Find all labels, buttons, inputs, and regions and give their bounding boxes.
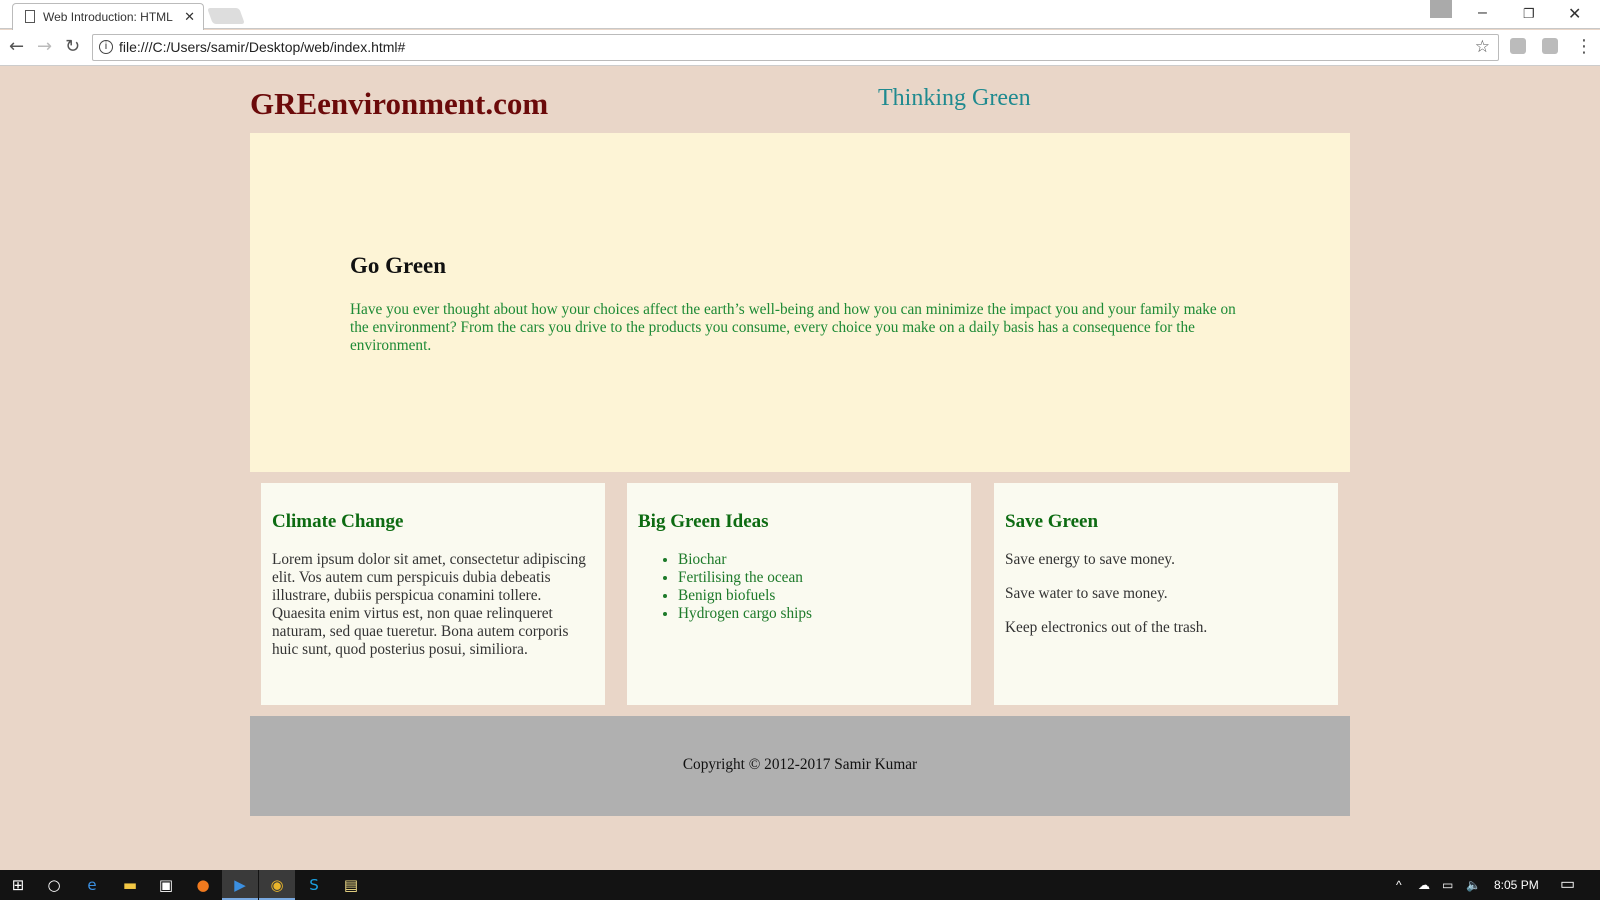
volume-icon[interactable]: 🔈 [1466,870,1481,900]
bookmark-star-icon[interactable]: ☆ [1475,37,1490,57]
page-icon [25,10,35,23]
ideas-list: Biochar Fertilising the ocean Benign bio… [638,551,960,623]
browser-tab[interactable]: Web Introduction: HTML ✕ [12,3,204,30]
forward-icon[interactable]: → [37,36,52,57]
skype-icon[interactable]: S [296,870,332,900]
file-explorer-icon[interactable]: ▬ [112,870,148,900]
search-icon[interactable]: ○ [36,870,72,900]
browser-tab-bar: Web Introduction: HTML ✕ – ❐ ✕ [0,0,1600,30]
card-heading: Big Green Ideas [638,511,769,532]
tray-chevron-icon[interactable]: ^ [1396,870,1402,900]
onedrive-icon[interactable]: ☁ [1418,870,1430,900]
footer: Copyright © 2012-2017 Samir Kumar [250,716,1350,816]
card-heading: Climate Change [272,511,404,532]
action-center-icon[interactable]: ▭ [1560,870,1575,900]
media-player-icon[interactable]: ▶ [222,870,258,900]
card-big-green-ideas: Big Green Ideas Biochar Fertilising the … [627,483,971,705]
taskbar: ⊞ ○ e ▬ ▣ ● ▶ ◉ S ▤ ^ ☁ ▭ 🔈 8:05 PM ▭ [0,870,1600,900]
firefox-icon[interactable]: ● [185,870,221,900]
restore-button[interactable]: ❐ [1523,6,1535,22]
browser-toolbar: ← → ↻ i file:///C:/Users/samir/Desktop/w… [0,30,1600,66]
url-text: file:///C:/Users/samir/Desktop/web/index… [119,39,406,55]
chrome-icon[interactable]: ◉ [259,870,295,900]
network-icon[interactable]: ▭ [1442,870,1453,900]
profile-icon[interactable] [1430,0,1452,18]
close-window-button[interactable]: ✕ [1568,4,1581,24]
list-item: Benign biofuels [678,587,960,605]
hero-text: Have you ever thought about how your cho… [350,301,1236,354]
card-climate-change: Climate Change Lorem ipsum dolor sit ame… [261,483,605,705]
menu-icon[interactable]: ⋮ [1575,36,1593,57]
site-title: GREenvironment.com [250,86,549,121]
hero-section: Go Green Have you ever thought about how… [250,133,1350,472]
card-text: Save energy to save money. [1005,551,1175,568]
card-save-green: Save Green Save energy to save money. Sa… [994,483,1338,705]
info-icon[interactable]: i [99,40,113,54]
windows-start-icon[interactable]: ⊞ [0,870,36,900]
card-text: Lorem ipsum dolor sit amet, consectetur … [272,551,586,658]
notepad-icon[interactable]: ▤ [333,870,369,900]
back-icon[interactable]: ← [9,36,24,57]
close-tab-icon[interactable]: ✕ [184,9,195,25]
minimize-button[interactable]: – [1478,4,1487,22]
clock[interactable]: 8:05 PM [1494,870,1539,900]
card-heading: Save Green [1005,511,1099,532]
card-text: Keep electronics out of the trash. [1005,619,1208,636]
tagline: Thinking Green [878,85,1031,111]
list-item: Hydrogen cargo ships [678,605,960,623]
store-icon[interactable]: ▣ [148,870,184,900]
tab-title: Web Introduction: HTML [43,10,173,24]
extension-cloud-icon[interactable] [1510,38,1526,54]
extension-pdf-icon[interactable] [1542,38,1558,54]
hero-heading: Go Green [350,253,447,278]
card-text: Save water to save money. [1005,585,1168,602]
list-item: Biochar [678,551,960,569]
edge-icon[interactable]: e [74,870,110,900]
new-tab-button[interactable] [207,8,245,24]
address-bar[interactable]: i file:///C:/Users/samir/Desktop/web/ind… [92,34,1499,61]
copyright-text: Copyright © 2012-2017 Samir Kumar [682,756,918,773]
list-item: Fertilising the ocean [678,569,960,587]
reload-icon[interactable]: ↻ [65,36,80,57]
